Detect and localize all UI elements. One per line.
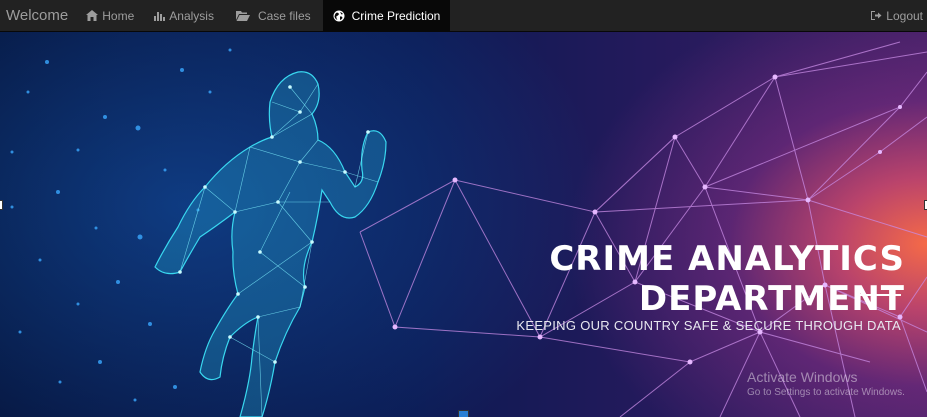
watermark-title: Activate Windows (747, 369, 858, 385)
top-navbar: Welcome Home Analysis Case files Crime P… (0, 0, 927, 32)
network-lines (359, 41, 927, 417)
activate-windows-watermark: Activate Windows Go to Settings to activ… (747, 369, 905, 398)
nav-home[interactable]: Home (76, 0, 144, 31)
watermark-subtitle: Go to Settings to activate Windows. (747, 387, 905, 398)
nav-logout[interactable]: Logout (860, 0, 927, 31)
nav-home-label: Home (102, 8, 135, 23)
hero-banner: CRIME ANALYTICS DEPARTMENT KEEPING OUR C… (0, 32, 927, 417)
network-illustration (10, 41, 927, 417)
logout-icon (870, 10, 882, 21)
nav-analysis[interactable]: Analysis (144, 0, 224, 31)
nav-logout-label: Logout (886, 8, 923, 23)
hero-subtitle: KEEPING OUR COUNTRY SAFE & SECURE THROUG… (516, 318, 901, 333)
home-icon (86, 10, 99, 21)
nav-crime-prediction-label: Crime Prediction (351, 8, 441, 23)
globe-icon (333, 10, 345, 22)
nav-analysis-label: Analysis (169, 8, 214, 23)
nav-case-files-label: Case files (257, 8, 311, 23)
resize-handle-left[interactable] (0, 200, 3, 210)
title-underline-divider (856, 294, 901, 296)
bar-chart-icon (154, 10, 166, 21)
nav-crime-prediction[interactable]: Crime Prediction (322, 0, 451, 31)
nav-case-files[interactable]: Case files (224, 0, 321, 31)
hero-title: CRIME ANALYTICS DEPARTMENT (549, 239, 905, 319)
resize-handle-bottom[interactable] (458, 410, 469, 417)
brand-welcome[interactable]: Welcome (0, 0, 76, 31)
folder-open-icon (235, 10, 250, 21)
